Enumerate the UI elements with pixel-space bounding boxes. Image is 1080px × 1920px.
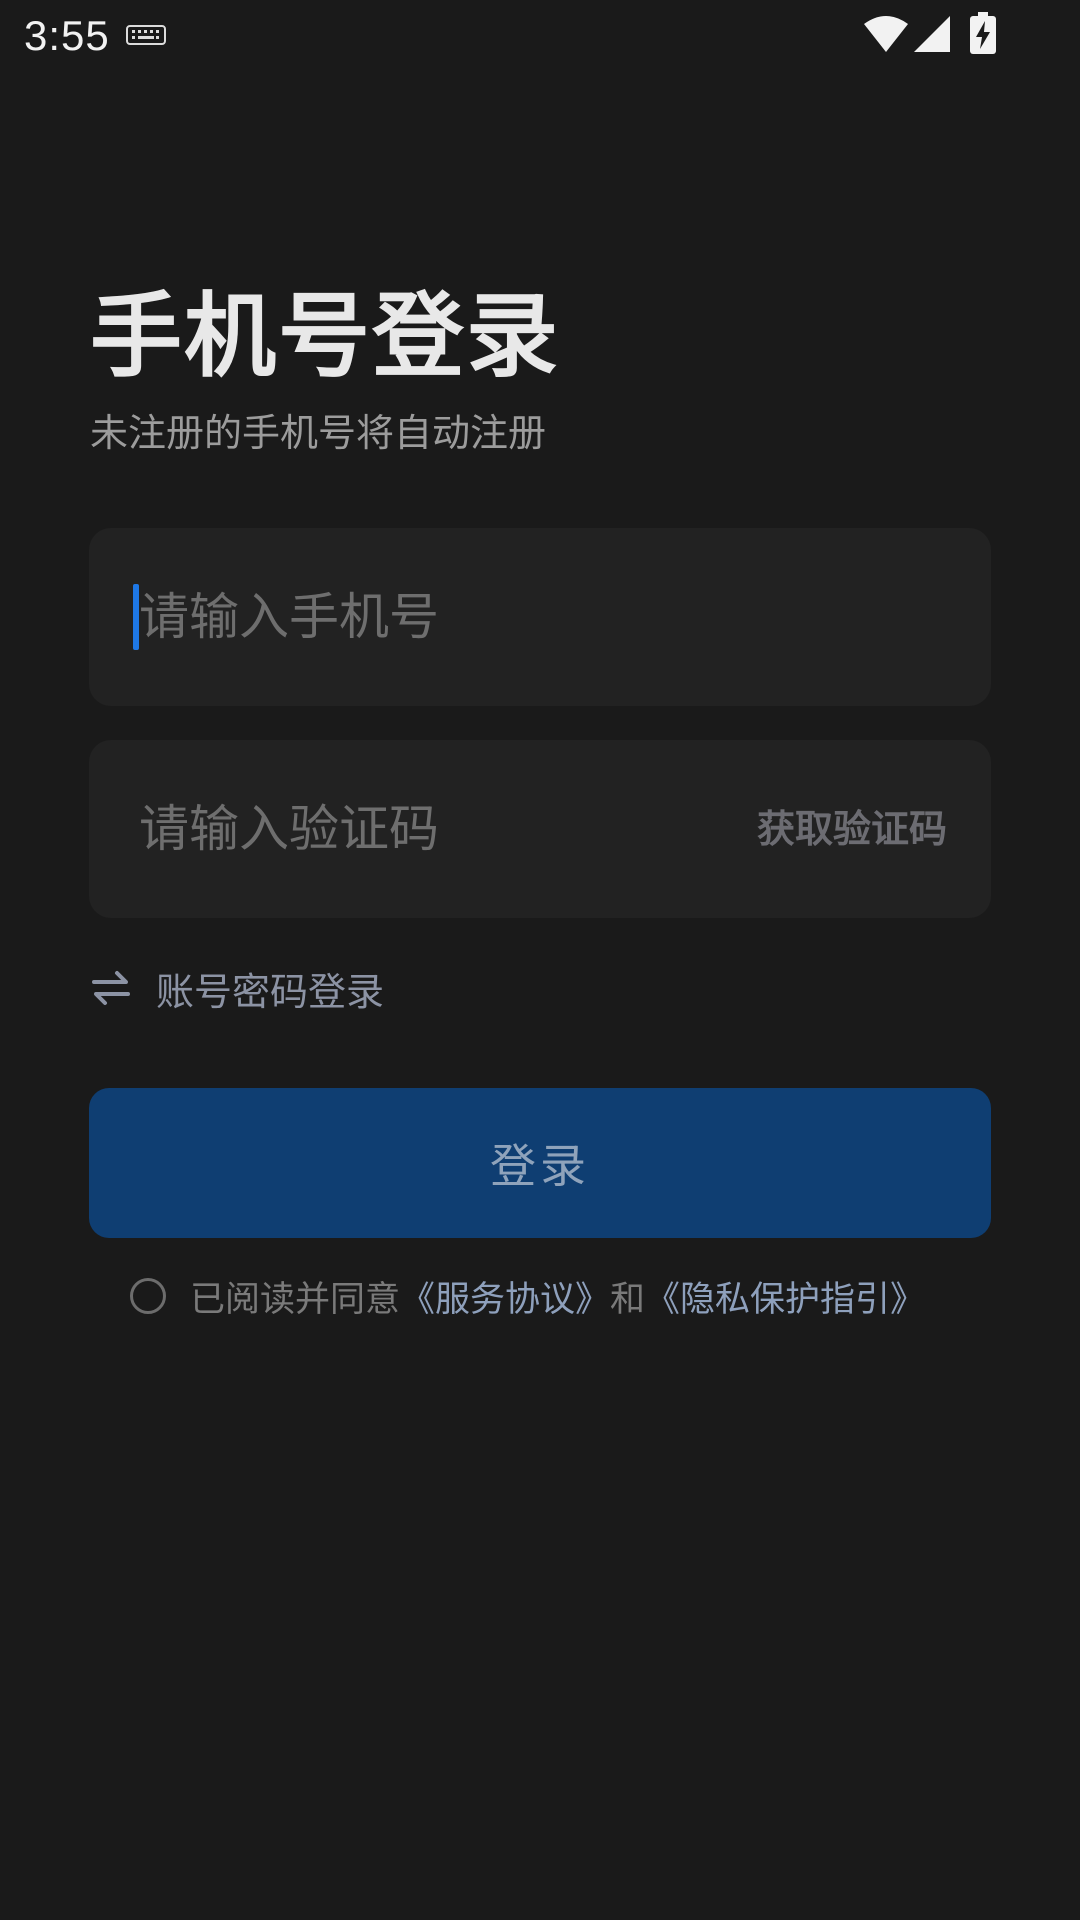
status-bar: 3:55	[0, 0, 1080, 72]
status-time: 3:55	[24, 12, 110, 59]
page-subtitle: 未注册的手机号将自动注册	[90, 411, 547, 455]
password-login-link[interactable]: 账号密码登录	[90, 960, 384, 1016]
battery-charging-icon	[970, 12, 996, 54]
agreement-row: 已阅读并同意 《服务协议》 和 《隐私保护指引》	[130, 1272, 925, 1320]
agreement-checkbox[interactable]	[130, 1278, 166, 1314]
agreement-prefix: 已阅读并同意	[190, 1279, 401, 1320]
phone-input[interactable]	[133, 528, 699, 706]
service-agreement-link[interactable]: 《服务协议》	[400, 1271, 610, 1322]
phone-field[interactable]	[89, 528, 991, 706]
code-field[interactable]: 获取验证码	[89, 740, 991, 918]
get-code-button[interactable]: 获取验证码	[757, 740, 947, 918]
privacy-policy-link[interactable]: 《隐私保护指引》	[645, 1271, 925, 1322]
login-button[interactable]: 登录	[89, 1088, 991, 1238]
agreement-and: 和	[610, 1279, 646, 1320]
code-input[interactable]	[133, 740, 699, 918]
text-caret	[133, 584, 139, 650]
wifi-icon	[864, 16, 908, 52]
password-login-label: 账号密码登录	[156, 969, 385, 1014]
swap-arrows-icon	[92, 971, 130, 1005]
signal-icon	[914, 16, 950, 52]
keyboard-icon	[126, 25, 166, 45]
page-title: 手机号登录	[90, 283, 561, 390]
